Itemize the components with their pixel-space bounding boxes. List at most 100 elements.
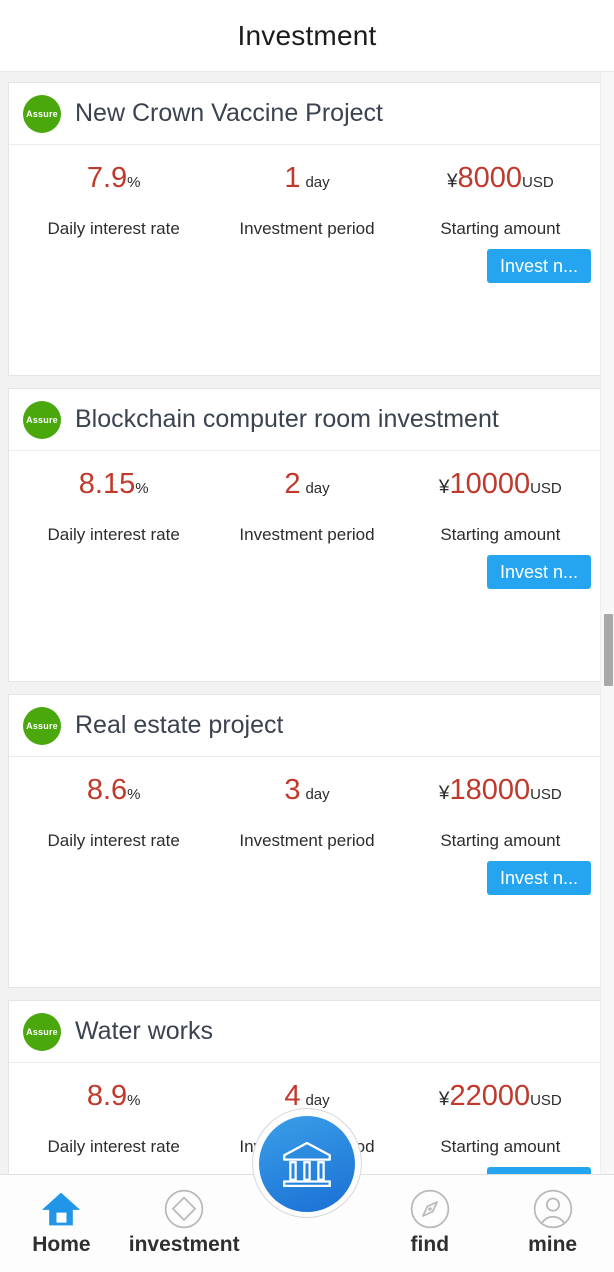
- bank-center-button[interactable]: [259, 1116, 355, 1212]
- tab-investment-label: investment: [128, 1233, 240, 1256]
- metric-rate: 8.6% Daily interest rate: [17, 774, 210, 854]
- metric-amount-value: ¥18000USD: [404, 774, 597, 807]
- metric-rate-value: 8.6%: [17, 774, 210, 807]
- metric-rate: 7.9% Daily interest rate: [17, 162, 210, 242]
- metric-period-label: Investment period: [239, 218, 375, 238]
- metric-period: 2 day Investment period: [210, 468, 403, 548]
- page-title: Investment: [237, 19, 377, 51]
- metric-rate-label: Daily interest rate: [47, 830, 180, 850]
- tab-find-label: find: [410, 1233, 450, 1256]
- amount-number: 22000: [449, 1080, 531, 1112]
- diamond-icon: [164, 1189, 204, 1229]
- project-card[interactable]: Assure Blockchain computer room investme…: [8, 388, 606, 682]
- tab-home[interactable]: Home: [0, 1187, 123, 1257]
- metric-amount-label: Starting amount: [440, 830, 561, 850]
- currency-symbol: ¥: [438, 783, 450, 804]
- compass-icon: [410, 1189, 450, 1229]
- assure-badge: Assure: [23, 94, 61, 133]
- metric-rate: 8.15% Daily interest rate: [17, 468, 210, 548]
- tab-investment-icon-wrap: [163, 1187, 205, 1231]
- metric-rate-value: 8.15%: [17, 468, 210, 501]
- page-header: Investment: [0, 0, 614, 72]
- tab-mine-label: mine: [528, 1233, 578, 1256]
- project-card-body: 8.6% Daily interest rate 3 day Investment…: [9, 757, 605, 987]
- project-name: Real estate project: [75, 711, 284, 739]
- period-number: 4: [284, 1080, 301, 1112]
- amount-number: 18000: [449, 774, 531, 806]
- rate-number: 7.9: [86, 162, 128, 194]
- metric-amount-label: Starting amount: [440, 1136, 561, 1156]
- assure-badge: Assure: [23, 1012, 61, 1051]
- tab-investment[interactable]: investment: [123, 1187, 246, 1257]
- bank-icon: [283, 1141, 331, 1188]
- period-unit: day: [305, 174, 330, 191]
- invest-now-button[interactable]: Invest n...: [487, 861, 591, 895]
- currency-code: USD: [530, 786, 562, 803]
- project-card-header: Assure Water works: [9, 1001, 605, 1063]
- project-card-body: 7.9% Daily interest rate 1 day Investment…: [9, 145, 605, 375]
- metric-period-label: Investment period: [239, 830, 375, 850]
- tab-home-label: Home: [32, 1233, 91, 1256]
- project-card-header: Assure Blockchain computer room investme…: [9, 389, 605, 451]
- scrollbar-thumb[interactable]: [604, 614, 613, 686]
- rate-unit: %: [127, 1092, 141, 1109]
- metric-period-value: 1 day: [210, 162, 403, 195]
- period-unit: day: [305, 480, 330, 497]
- tab-mine[interactable]: mine: [491, 1187, 614, 1257]
- metric-period: 1 day Investment period: [210, 162, 403, 242]
- project-card-header: Assure New Crown Vaccine Project: [9, 83, 605, 145]
- currency-symbol: ¥: [446, 171, 458, 192]
- vertical-scrollbar[interactable]: [600, 72, 614, 1174]
- rate-unit: %: [127, 786, 141, 803]
- metric-period-value: 2 day: [210, 468, 403, 501]
- project-name: Water works: [75, 1017, 213, 1045]
- rate-unit: %: [135, 480, 149, 497]
- project-name: New Crown Vaccine Project: [75, 99, 383, 127]
- metric-rate-label: Daily interest rate: [47, 218, 180, 238]
- metric-amount: ¥22000USD Starting amount: [404, 1080, 597, 1160]
- rate-unit: %: [127, 174, 141, 191]
- metric-period-value: 3 day: [210, 774, 403, 807]
- metric-amount-value: ¥8000USD: [404, 162, 597, 195]
- rate-number: 8.6: [86, 774, 128, 806]
- tab-home-icon-wrap: [39, 1187, 83, 1231]
- metric-amount-value: ¥22000USD: [404, 1080, 597, 1113]
- project-name: Blockchain computer room investment: [75, 405, 499, 433]
- currency-code: USD: [522, 174, 554, 191]
- metric-amount: ¥18000USD Starting amount: [404, 774, 597, 854]
- rate-number: 8.15: [78, 468, 136, 500]
- project-card-body: 8.15% Daily interest rate 2 day Investmen…: [9, 451, 605, 681]
- project-card-header: Assure Real estate project: [9, 695, 605, 757]
- project-metrics: 8.6% Daily interest rate 3 day Investment…: [17, 774, 597, 854]
- metric-rate-label: Daily interest rate: [47, 1136, 180, 1156]
- rate-number: 8.9: [86, 1080, 128, 1112]
- user-icon: [533, 1189, 572, 1229]
- project-card[interactable]: Assure Real estate project 8.6% Daily in…: [8, 694, 606, 988]
- metric-amount-label: Starting amount: [440, 524, 561, 544]
- home-icon: [42, 1192, 81, 1226]
- metric-period: 3 day Investment period: [210, 774, 403, 854]
- invest-now-button[interactable]: Invest n...: [487, 555, 591, 589]
- period-number: 3: [284, 774, 301, 806]
- metric-rate: 8.9% Daily interest rate: [17, 1080, 210, 1160]
- project-metrics: 7.9% Daily interest rate 1 day Investment…: [17, 162, 597, 242]
- tab-find[interactable]: find: [368, 1187, 491, 1257]
- metric-rate-value: 8.9%: [17, 1080, 210, 1113]
- currency-symbol: ¥: [438, 477, 450, 498]
- metric-period-label: Investment period: [239, 524, 375, 544]
- project-card[interactable]: Assure New Crown Vaccine Project 7.9% Da…: [8, 82, 606, 376]
- assure-badge: Assure: [23, 400, 61, 439]
- currency-code: USD: [530, 480, 562, 497]
- project-metrics: 8.15% Daily interest rate 2 day Investmen…: [17, 468, 597, 548]
- invest-now-button[interactable]: Invest n...: [487, 249, 591, 283]
- metric-amount-value: ¥10000USD: [404, 468, 597, 501]
- tab-find-icon-wrap: [409, 1187, 451, 1231]
- amount-number: 10000: [449, 468, 531, 500]
- metric-rate-value: 7.9%: [17, 162, 210, 195]
- period-number: 2: [284, 468, 301, 500]
- tab-mine-icon-wrap: [532, 1187, 574, 1231]
- metric-amount: ¥10000USD Starting amount: [404, 468, 597, 548]
- project-list[interactable]: Assure New Crown Vaccine Project 7.9% Da…: [0, 72, 614, 1272]
- currency-symbol: ¥: [438, 1089, 450, 1110]
- period-unit: day: [305, 1092, 330, 1109]
